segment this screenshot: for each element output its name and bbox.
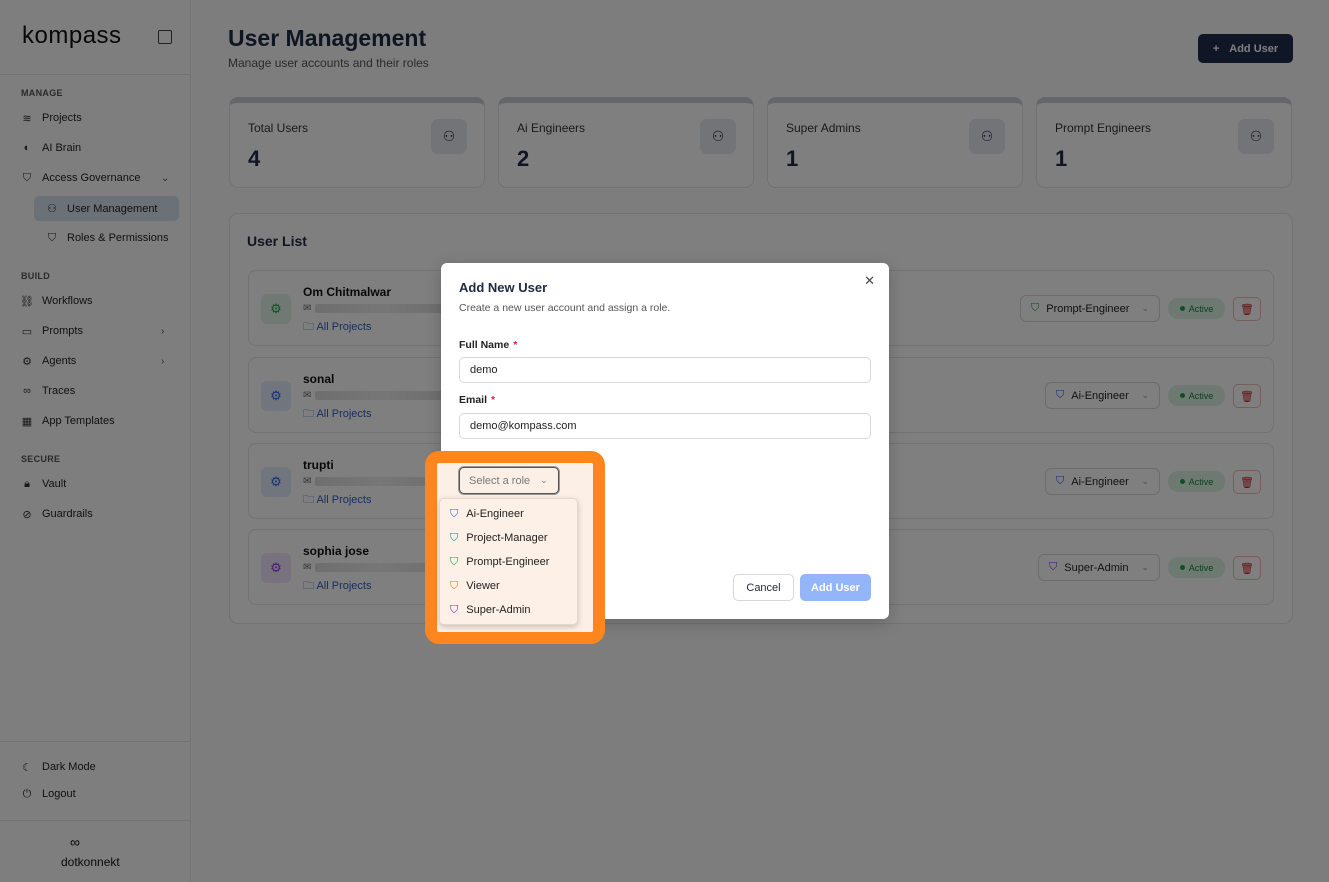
label: Email: [459, 394, 488, 406]
cancel-button[interactable]: Cancel: [733, 574, 794, 601]
role-option[interactable]: ⛉ Viewer: [440, 574, 577, 598]
modal-title: Add New User: [459, 280, 548, 295]
label: Ai-Engineer: [466, 508, 524, 520]
role-option[interactable]: ⛉ Super-Admin: [440, 598, 577, 622]
shield-icon: ⛉: [450, 507, 459, 520]
chevron-down-icon: ⌄: [540, 475, 548, 485]
label: Project-Manager: [466, 532, 548, 544]
role-select[interactable]: Select a role ⌄: [459, 467, 559, 494]
role-dropdown: ⛉ Ai-Engineer ⛉ Project-Manager ⛉ Prompt-Engi…: [439, 498, 578, 625]
role-option[interactable]: ⛉ Project-Manager: [440, 526, 577, 550]
shield-icon: ⛉: [450, 555, 459, 568]
email-label: Email *: [459, 394, 495, 406]
close-icon[interactable]: ✕: [864, 273, 875, 289]
shield-icon: ⛉: [450, 579, 459, 592]
label: Prompt-Engineer: [466, 556, 550, 568]
label: Viewer: [466, 580, 500, 592]
full-name-input[interactable]: [459, 357, 871, 383]
label: Full Name: [459, 339, 510, 351]
role-option[interactable]: ⛉ Ai-Engineer: [440, 502, 577, 526]
required-mark: *: [513, 339, 518, 351]
modal-subtitle: Create a new user account and assign a r…: [459, 302, 671, 314]
shield-icon: ⛉: [450, 531, 459, 544]
required-mark: *: [491, 394, 496, 406]
role-placeholder: Select a role: [469, 474, 531, 487]
submit-add-user-button[interactable]: Add User: [800, 574, 871, 601]
shield-icon: ⛉: [450, 603, 459, 616]
full-name-label: Full Name *: [459, 339, 517, 351]
label: Super-Admin: [466, 604, 531, 616]
role-option[interactable]: ⛉ Prompt-Engineer: [440, 550, 577, 574]
email-input[interactable]: [459, 413, 871, 439]
